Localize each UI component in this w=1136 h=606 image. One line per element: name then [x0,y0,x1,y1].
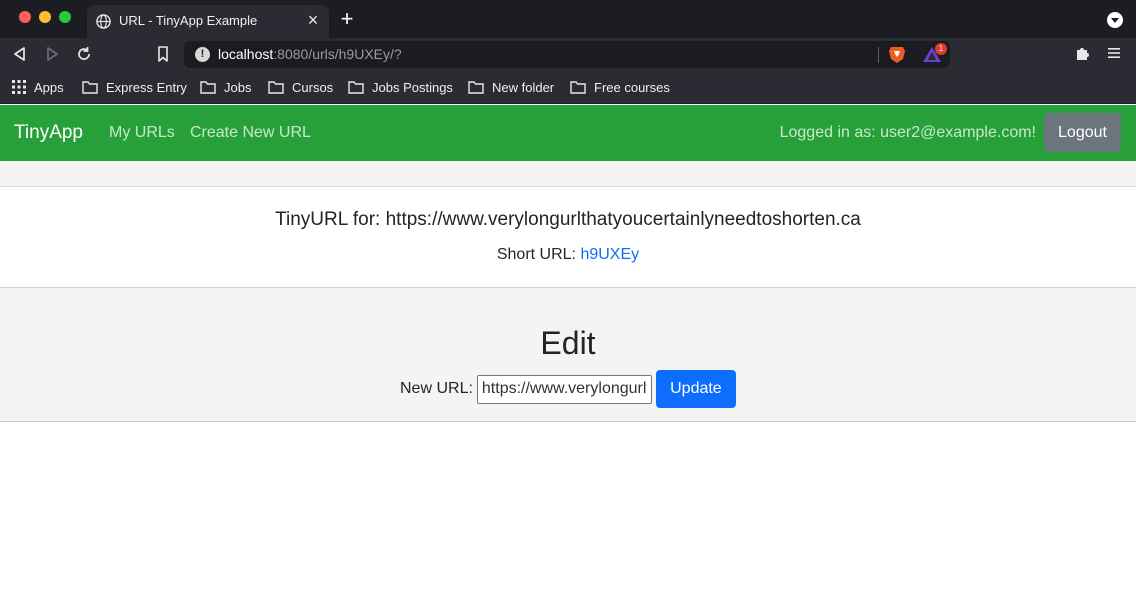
tab-title: URL - TinyApp Example [119,13,258,28]
bookmark-label: Jobs [224,79,252,95]
address-path: :8080/urls/h9UXEy/? [273,46,402,62]
bookmarks-bar: Apps Express Entry Jobs Cursos Jobs Post… [0,70,1136,104]
bookmark-express-entry[interactable]: Express Entry [82,77,187,97]
bookmark-cursos[interactable]: Cursos [268,77,333,97]
bookmark-jobs-postings[interactable]: Jobs Postings [348,77,453,97]
edit-form: New URL: Update [400,370,736,408]
edit-heading: Edit [540,325,596,361]
rewards-badge: 1 [935,43,947,55]
card-title: TinyURL for: https://www.verylongurlthat… [275,209,861,230]
globe-icon [96,14,111,29]
bookmark-label: Express Entry [106,79,187,95]
browser-tab-active[interactable]: URL - TinyApp Example × [87,5,329,38]
extensions-icon[interactable] [1074,45,1091,62]
browser-menu-icon[interactable] [1107,46,1121,60]
maximize-window-button[interactable] [59,11,71,23]
bookmark-label: Jobs Postings [372,79,453,95]
address-divider [878,47,879,63]
short-url-label: Short URL: [496,246,581,263]
card-header [0,161,1136,187]
address-host: localhost [218,46,274,62]
bookmark-label: Cursos [292,79,334,95]
bookmark-free-courses[interactable]: Free courses [570,77,670,97]
short-url-link[interactable]: h9UXEy [580,246,639,263]
bookmark-label: New folder [492,79,555,95]
nav-create-new-url[interactable]: Create New URL [190,124,311,142]
folder-icon [570,81,586,94]
tab-close-icon[interactable]: × [303,10,323,30]
short-url-line: Short URL: h9UXEy [0,246,1136,264]
new-url-label: New URL: [400,380,473,397]
back-icon[interactable] [10,44,30,64]
folder-icon [468,81,484,94]
new-tab-button[interactable]: + [337,8,357,30]
address-bar[interactable]: ! localhost:8080/urls/h9UXEy/? 1 [184,41,950,68]
edit-section: Edit New URL: Update [0,288,1136,422]
close-window-button[interactable] [19,11,31,23]
app-navbar: TinyApp My URLs Create New URL Logged in… [0,105,1136,161]
folder-icon [82,81,98,94]
logout-button[interactable]: Logout [1044,113,1121,152]
update-button[interactable]: Update [655,370,736,408]
bookmark-apps[interactable]: Apps [12,77,64,97]
bookmark-jobs[interactable]: Jobs [200,77,251,97]
bookmark-icon[interactable] [153,44,173,64]
brave-shields-icon[interactable] [888,45,906,64]
tab-search-icon[interactable] [1107,12,1123,28]
bookmark-new-folder[interactable]: New folder [468,77,554,97]
nav-my-urls[interactable]: My URLs [109,124,175,142]
apps-grid-icon [12,80,26,94]
address-text: localhost:8080/urls/h9UXEy/? [218,46,402,62]
new-url-input[interactable] [476,374,652,404]
browser-toolbar: ! localhost:8080/urls/h9UXEy/? 1 [0,38,1136,70]
bookmark-label: Free courses [594,79,670,95]
forward-icon[interactable] [42,44,62,64]
folder-icon [268,81,284,94]
reload-icon[interactable] [74,44,94,64]
folder-icon [200,81,216,94]
bookmark-label: Apps [34,79,64,95]
minimize-window-button[interactable] [39,11,51,23]
folder-icon [348,81,364,94]
site-info-icon[interactable]: ! [195,47,210,62]
logged-in-status: Logged in as: user2@example.com! [779,124,1036,141]
browser-tab-bar: URL - TinyApp Example × + [0,0,1136,38]
brand-link[interactable]: TinyApp [14,122,83,144]
url-card: TinyURL for: https://www.verylongurlthat… [0,187,1136,288]
